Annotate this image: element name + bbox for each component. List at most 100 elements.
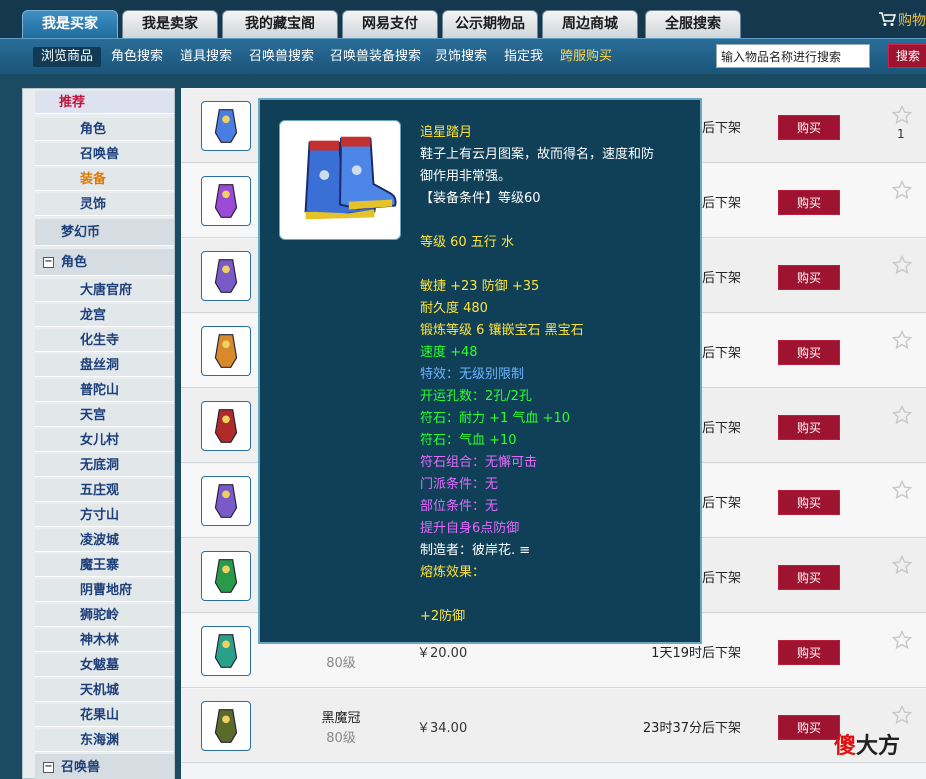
- item-thumbnail[interactable]: [201, 476, 251, 526]
- subnav-pet-equip-search[interactable]: 召唤兽装备搜索: [330, 47, 421, 67]
- buy-button[interactable]: 购买: [778, 190, 840, 215]
- item-thumbnail[interactable]: [201, 626, 251, 676]
- buy-button[interactable]: 购买: [778, 715, 840, 740]
- buy-button[interactable]: 购买: [778, 115, 840, 140]
- item-thumbnail[interactable]: [201, 701, 251, 751]
- sidebar-recommend[interactable]: 推荐: [35, 91, 174, 114]
- search-button[interactable]: 搜索: [888, 44, 926, 68]
- sidebar-school-item[interactable]: 女魃墓: [35, 654, 174, 677]
- tooltip-line: 特效：无级别限制: [420, 367, 525, 382]
- subnav-role-search[interactable]: 角色搜索: [111, 47, 163, 67]
- tooltip-line: 制造者：彼岸花. ≡: [420, 543, 531, 558]
- item-icon: [214, 409, 238, 443]
- tab-global-search[interactable]: 全服搜索: [645, 10, 741, 38]
- tooltip-item-image: [279, 120, 401, 240]
- item-level: 80级: [326, 731, 356, 746]
- tab-my-treasure[interactable]: 我的藏宝阁: [222, 10, 338, 38]
- item-row: 黑魔冠 80级 ￥34.00 23时37分后下架 购买: [181, 689, 926, 763]
- buy-button[interactable]: 购买: [778, 490, 840, 515]
- cart-link[interactable]: 购物: [878, 10, 926, 32]
- sidebar-recommend-equipment[interactable]: 装备: [35, 168, 174, 191]
- collapse-icon[interactable]: −: [43, 257, 54, 268]
- subnav-item-search[interactable]: 道具搜索: [180, 47, 232, 67]
- tab-buyer[interactable]: 我是买家: [22, 10, 118, 38]
- favorite-star-icon[interactable]: [892, 480, 912, 500]
- tab-seller[interactable]: 我是卖家: [122, 10, 218, 38]
- tooltip-line: 熔炼效果：: [420, 565, 486, 580]
- tooltip-line: +2防御: [420, 609, 466, 624]
- item-tooltip: 追星踏月 鞋子上有云月图案，故而得名，速度和防 御作用非常强。 【装备条件】等级60 等…: [258, 98, 702, 644]
- subnav-assigned-to-me[interactable]: 指定我: [504, 47, 543, 67]
- tooltip-line: [420, 210, 696, 232]
- buy-button[interactable]: 购买: [778, 340, 840, 365]
- buy-button[interactable]: 购买: [778, 415, 840, 440]
- tab-peripheral-mall[interactable]: 周边商城: [542, 10, 638, 38]
- sidebar-school-item[interactable]: 龙宫: [35, 304, 174, 327]
- buy-button[interactable]: 购买: [778, 640, 840, 665]
- buy-button[interactable]: 购买: [778, 565, 840, 590]
- favorite-star-icon[interactable]: [892, 180, 912, 200]
- item-thumbnail[interactable]: [201, 326, 251, 376]
- sidebar-role-group[interactable]: − 角色: [35, 249, 174, 276]
- item-thumbnail[interactable]: [201, 176, 251, 226]
- sidebar-school-item[interactable]: 魔王寨: [35, 554, 174, 577]
- subnav-pet-search[interactable]: 召唤兽搜索: [249, 47, 314, 67]
- tooltip-line: 提升自身6点防御: [420, 521, 520, 536]
- sidebar-pet-group[interactable]: − 召唤兽: [35, 754, 174, 779]
- item-icon: [214, 184, 238, 218]
- collapse-icon[interactable]: −: [43, 762, 54, 773]
- sidebar-recommend-accessory[interactable]: 灵饰: [35, 193, 174, 216]
- tooltip-line: 符石：气血 +10: [420, 433, 517, 448]
- buy-button[interactable]: 购买: [778, 265, 840, 290]
- sidebar-school-item[interactable]: 普陀山: [35, 379, 174, 402]
- tooltip-line: [420, 254, 696, 276]
- favorite-star-icon[interactable]: [892, 105, 912, 125]
- category-sidebar: 推荐 角色 召唤兽 装备 灵饰 梦幻币 − 角色 大唐官府 龙宫 化生寺 盘丝洞 普陀山天…: [22, 88, 175, 779]
- item-price: ￥20.00: [417, 646, 468, 661]
- item-thumbnail[interactable]: [201, 401, 251, 451]
- sidebar-recommend-pet[interactable]: 召唤兽: [35, 143, 174, 166]
- sidebar-school-item[interactable]: 天机城: [35, 679, 174, 702]
- sidebar-school-item[interactable]: 凌波城: [35, 529, 174, 552]
- sidebar-school-item[interactable]: 狮驼岭: [35, 604, 174, 627]
- item-icon: [214, 709, 238, 743]
- sidebar-pet-group-label: 召唤兽: [61, 760, 101, 775]
- favorite-star-icon[interactable]: [892, 330, 912, 350]
- search-input[interactable]: [716, 44, 870, 68]
- sidebar-school-item[interactable]: 无底洞: [35, 454, 174, 477]
- subnav-browse[interactable]: 浏览商品: [33, 47, 102, 67]
- sidebar-school-item[interactable]: 神木林: [35, 629, 174, 652]
- sidebar-school-item[interactable]: 东海渊: [35, 729, 174, 752]
- sidebar-school-item[interactable]: 五庄观: [35, 479, 174, 502]
- cart-label: 购物: [898, 13, 926, 29]
- item-price: ￥34.00: [417, 721, 468, 736]
- item-thumbnail[interactable]: [201, 251, 251, 301]
- sidebar-school-item[interactable]: 大唐官府: [35, 279, 174, 302]
- sidebar-school-item[interactable]: 阴曹地府: [35, 579, 174, 602]
- item-icon: [214, 109, 238, 143]
- subnav-cross-server[interactable]: 跨服购买: [560, 47, 612, 67]
- sidebar-school-item[interactable]: 方寸山: [35, 504, 174, 527]
- tab-netease-pay[interactable]: 网易支付: [342, 10, 438, 38]
- tooltip-line: 御作用非常强。: [420, 169, 512, 184]
- sidebar-recommend-role[interactable]: 角色: [35, 118, 174, 141]
- item-remaining-time: 23时37分后下架: [642, 721, 741, 736]
- sidebar-role-group-label: 角色: [61, 255, 88, 270]
- tooltip-line: 鞋子上有云月图案，故而得名，速度和防: [420, 147, 655, 162]
- subnav-accessory-search[interactable]: 灵饰搜索: [435, 47, 487, 67]
- sidebar-gold[interactable]: 梦幻币: [35, 219, 174, 246]
- sidebar-school-item[interactable]: 花果山: [35, 704, 174, 727]
- favorite-star-icon[interactable]: [892, 630, 912, 650]
- favorite-star-icon[interactable]: [892, 405, 912, 425]
- sidebar-school-item[interactable]: 天宫: [35, 404, 174, 427]
- favorite-star-icon[interactable]: [892, 555, 912, 575]
- item-thumbnail[interactable]: [201, 551, 251, 601]
- item-name[interactable]: 黑魔冠: [291, 707, 391, 726]
- sidebar-school-item[interactable]: 女儿村: [35, 429, 174, 452]
- tab-public-items[interactable]: 公示期物品: [442, 10, 538, 38]
- sidebar-school-item[interactable]: 盘丝洞: [35, 354, 174, 377]
- favorite-star-icon[interactable]: [892, 705, 912, 725]
- favorite-star-icon[interactable]: [892, 255, 912, 275]
- item-thumbnail[interactable]: [201, 101, 251, 151]
- sidebar-school-item[interactable]: 化生寺: [35, 329, 174, 352]
